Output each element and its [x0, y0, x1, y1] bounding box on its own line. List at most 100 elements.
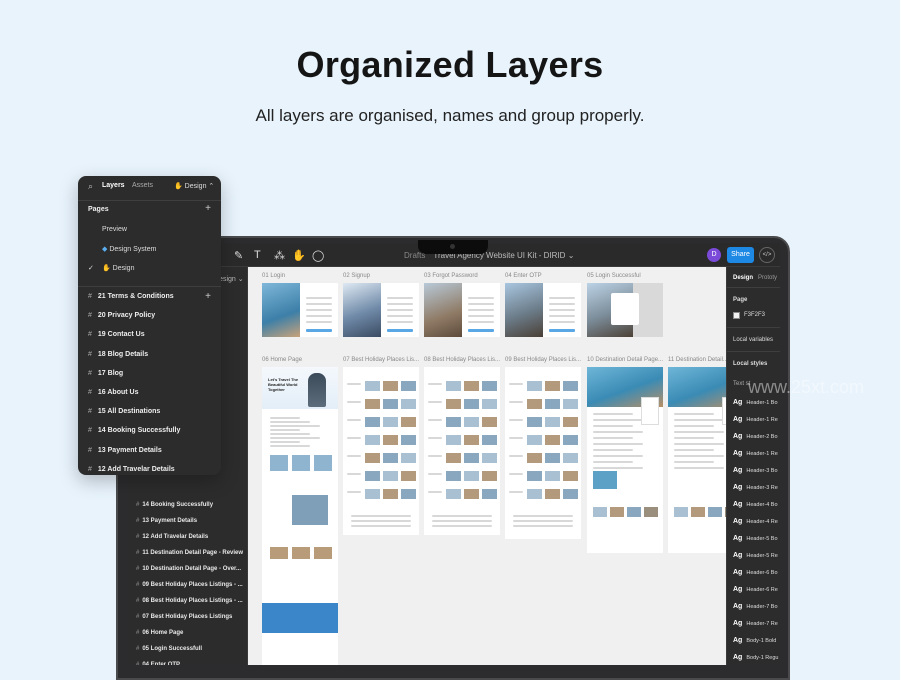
frame-item[interactable]: #15 All Destinations: [88, 408, 160, 415]
text-style-item[interactable]: Ag Body-1 Regu: [733, 654, 778, 661]
page-item-preview[interactable]: Preview: [102, 226, 127, 233]
add-page-icon[interactable]: +: [205, 203, 211, 214]
listing-card: [383, 399, 398, 409]
listing-card: [383, 471, 398, 481]
layer-item[interactable]: #06 Home Page: [128, 625, 248, 641]
screen-frame[interactable]: [505, 367, 581, 539]
page-dropdown[interactable]: ✋ Design ⌃: [174, 182, 214, 190]
layer-item[interactable]: #14 Booking Successfully: [128, 497, 248, 513]
text-line: [270, 433, 310, 435]
comment-icon[interactable]: ◯: [312, 249, 324, 262]
text-style-item[interactable]: Ag Header-2 Bo: [733, 433, 778, 440]
text-style-item[interactable]: Ag Header-7 Re: [733, 620, 778, 627]
chevron-down-icon[interactable]: ⌄: [568, 251, 575, 260]
text-style-preview: Ag: [733, 501, 743, 508]
pen-tool-icon[interactable]: ✎: [234, 249, 243, 262]
form-line: [468, 321, 494, 323]
layer-item[interactable]: #07 Best Holiday Places Listings: [128, 609, 248, 625]
frame-item[interactable]: #19 Contact Us: [88, 331, 145, 338]
text-tool-icon[interactable]: T: [254, 249, 261, 261]
text-style-preview: Ag: [733, 654, 743, 661]
layer-item[interactable]: #10 Destination Detail Page - Over...: [128, 561, 248, 577]
local-styles-heading: Local styles: [733, 361, 768, 367]
similar-card: [644, 507, 658, 517]
frame-item[interactable]: #18 Blog Details: [88, 351, 148, 358]
form-line: [306, 303, 332, 305]
promo-image: [292, 495, 328, 525]
search-icon[interactable]: ⌕: [88, 181, 93, 192]
listing-card: [563, 399, 578, 409]
text-style-item[interactable]: Ag Header-5 Bo: [733, 535, 778, 542]
listing-card: [563, 381, 578, 391]
text-style-item[interactable]: Ag Header-7 Bo: [733, 603, 778, 610]
frame-item[interactable]: #14 Booking Successfully: [88, 427, 180, 434]
text-style-item[interactable]: Ag Header-5 Re: [733, 552, 778, 559]
tab-layers[interactable]: Layers: [102, 182, 125, 189]
page-item-design[interactable]: ✋ Design: [102, 264, 134, 272]
frame-item[interactable]: #17 Blog: [88, 370, 123, 377]
screen-frame[interactable]: [262, 283, 338, 337]
dev-mode-button[interactable]: </>: [759, 247, 775, 263]
text-style-item[interactable]: Ag Header-6 Re: [733, 586, 778, 593]
text-style-item[interactable]: Ag Header-1 Bo: [733, 399, 778, 406]
footer-line: [513, 525, 573, 527]
screen-frame[interactable]: [587, 367, 663, 553]
components-icon[interactable]: ⁂: [274, 249, 285, 262]
hand-tool-icon[interactable]: ✋: [292, 249, 306, 262]
form-line: [306, 309, 332, 311]
screen-frame[interactable]: Let's Travel The Beautiful World Togethe…: [262, 367, 338, 665]
footer-line: [513, 520, 573, 522]
screen-frame[interactable]: [343, 283, 419, 337]
listing-card: [563, 471, 578, 481]
layer-item[interactable]: #09 Best Holiday Places Listings - ...: [128, 577, 248, 593]
text-style-item[interactable]: Ag Header-3 Bo: [733, 467, 778, 474]
listing-card: [482, 417, 497, 427]
text-style-item[interactable]: Ag Header-6 Bo: [733, 569, 778, 576]
form-line: [549, 321, 575, 323]
screen-frame[interactable]: [343, 367, 419, 535]
frame-item[interactable]: #13 Payment Details: [88, 447, 162, 454]
pages-heading: Pages: [88, 206, 109, 213]
text-style-preview: Ag: [733, 416, 743, 423]
design-canvas[interactable]: 01 Login 02 Signup 03 Forgot Password 04 En…: [248, 267, 726, 665]
layer-item[interactable]: #05 Login Successfull: [128, 641, 248, 657]
text-style-item[interactable]: Ag Header-4 Re: [733, 518, 778, 525]
layer-item[interactable]: #08 Best Holiday Places Listings - ...: [128, 593, 248, 609]
share-button[interactable]: Share: [727, 247, 754, 263]
footer-line: [432, 515, 492, 517]
hand-emoji-icon: ✋: [174, 183, 183, 190]
layer-item[interactable]: #11 Destination Detail Page - Review: [128, 545, 248, 561]
screen-frame[interactable]: [424, 283, 500, 337]
screen-frame[interactable]: [668, 367, 726, 553]
screen-frame[interactable]: [424, 367, 500, 535]
page-color-swatch[interactable]: [733, 312, 740, 319]
text-style-item[interactable]: Ag Body-1 Bold: [733, 637, 776, 644]
tab-design[interactable]: Design: [733, 275, 753, 281]
text-style-item[interactable]: Ag Header-1 Re: [733, 416, 778, 423]
text-style-item[interactable]: Ag Header-4 Bo: [733, 501, 778, 508]
text-style-preview: Ag: [733, 467, 743, 474]
detail-hero-image: [668, 367, 726, 407]
frame-item[interactable]: #21 Terms & Conditions: [88, 293, 174, 300]
text-line: [270, 421, 310, 423]
listing-card: [365, 453, 380, 463]
frame-item[interactable]: #20 Privacy Policy: [88, 312, 155, 319]
page-color-value[interactable]: F3F2F3: [744, 312, 765, 318]
page-item-design-system[interactable]: ◆ Design System: [102, 245, 156, 253]
text-style-label: Header-4 Bo: [746, 502, 778, 508]
frame-item[interactable]: #12 Add Travelar Details: [88, 466, 175, 473]
layer-item[interactable]: #12 Add Travelar Details: [128, 529, 248, 545]
tab-assets[interactable]: Assets: [132, 182, 153, 189]
form-button: [387, 329, 413, 332]
layer-item[interactable]: #13 Payment Details: [128, 513, 248, 529]
add-frame-icon[interactable]: +: [205, 291, 211, 302]
local-variables[interactable]: Local variables: [733, 337, 773, 343]
avatar[interactable]: D: [707, 248, 721, 262]
screen-frame[interactable]: [587, 283, 663, 337]
text-style-item[interactable]: Ag Header-3 Re: [733, 484, 778, 491]
tab-prototype[interactable]: Prototy: [758, 275, 777, 281]
frame-item[interactable]: #16 About Us: [88, 389, 138, 396]
screen-frame[interactable]: [505, 283, 581, 337]
text-style-item[interactable]: Ag Header-1 Re: [733, 450, 778, 457]
layer-item[interactable]: #04 Enter OTP: [128, 657, 248, 665]
